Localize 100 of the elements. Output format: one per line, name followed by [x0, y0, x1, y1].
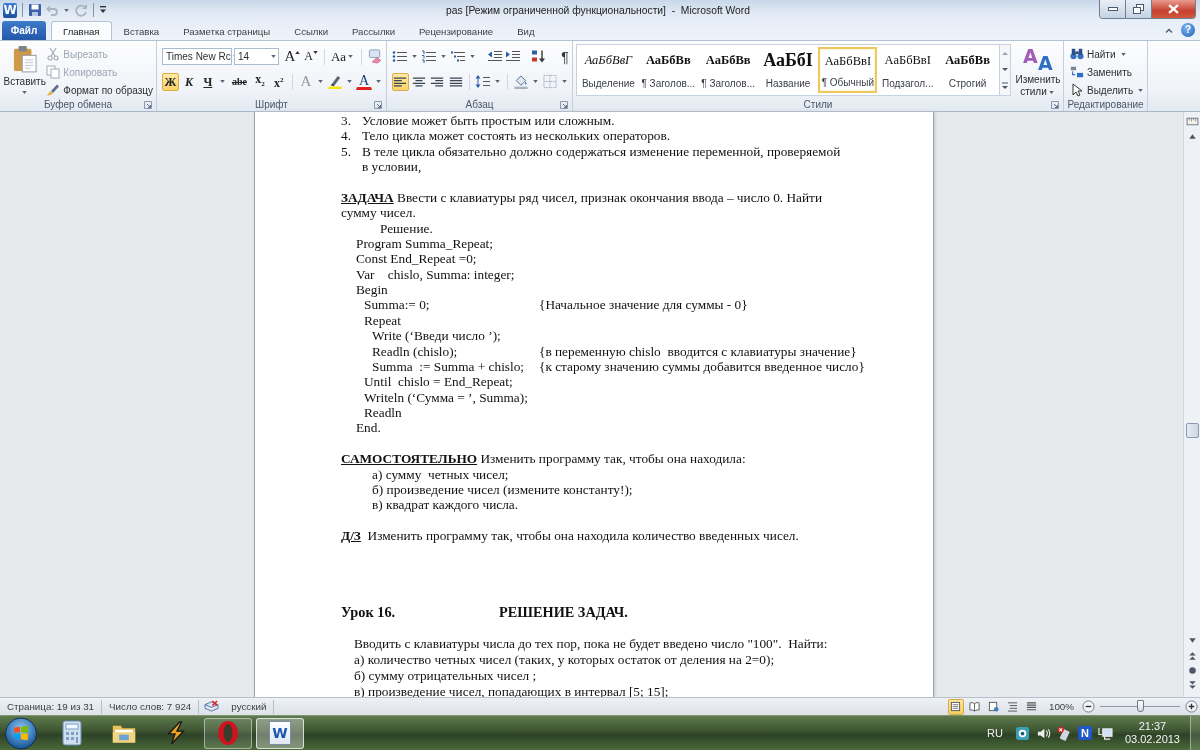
format-painter-button[interactable]: Формат по образцу — [46, 82, 153, 98]
change-styles-button[interactable]: AA Изменить стили — [1013, 44, 1063, 98]
caret-icon[interactable] — [348, 55, 354, 58]
start-button[interactable] — [4, 716, 38, 750]
caret-icon[interactable] — [1120, 52, 1126, 56]
draft-lines-icon — [1026, 701, 1038, 712]
decrease-indent-icon[interactable] — [487, 49, 503, 64]
zoom-in-icon[interactable] — [1185, 700, 1198, 713]
dialog-launcher-icon[interactable] — [1051, 101, 1059, 109]
n-tray-icon[interactable]: N — [1077, 726, 1092, 740]
dialog-launcher-icon[interactable] — [374, 101, 382, 109]
numbered-list-icon[interactable] — [421, 49, 437, 64]
zoom-out-icon[interactable] — [1082, 700, 1095, 713]
bullet-list-icon[interactable] — [392, 49, 408, 64]
customize-toolbar-icon[interactable] — [99, 5, 107, 15]
caret-icon[interactable] — [1138, 88, 1144, 92]
caret-icon[interactable] — [495, 80, 501, 83]
ribbon-tab[interactable]: Рассылки — [340, 21, 408, 40]
caret-icon[interactable] — [412, 55, 417, 58]
caret-icon[interactable] — [1048, 90, 1054, 94]
style-item[interactable]: АаБбВв Строгий — [938, 47, 997, 93]
paste-button[interactable]: Вставить — [3, 44, 47, 98]
style-item[interactable]: АаБбВвI ¶ Обычный — [818, 47, 878, 93]
sort-icon[interactable] — [531, 49, 547, 64]
grow-font-button[interactable]: A — [283, 47, 302, 66]
line-spacing-icon[interactable] — [475, 74, 492, 89]
maximize-button[interactable] — [1126, 0, 1152, 18]
italic-button[interactable]: К — [180, 72, 198, 91]
replace-button[interactable]: Заменить — [1070, 64, 1144, 80]
font-name-field[interactable]: Times New Rc — [162, 48, 232, 65]
device-error-icon[interactable] — [1056, 725, 1072, 741]
highlighter-icon[interactable] — [327, 74, 343, 89]
caret-icon[interactable] — [376, 80, 381, 83]
font-size-field[interactable]: 14 — [234, 48, 279, 65]
caret-icon[interactable] — [441, 55, 446, 58]
close-button[interactable] — [1152, 0, 1195, 18]
taskbar-app-button[interactable]: W — [256, 717, 304, 749]
subscript-button[interactable]: x$_{2}$ — [251, 72, 269, 91]
page-indicator[interactable]: Страница: 19 из 31 — [0, 701, 102, 712]
zoom-level[interactable]: 100% — [1048, 701, 1074, 712]
clock[interactable]: 21:37 03.02.2013 — [1124, 720, 1180, 746]
caret-icon[interactable] — [347, 80, 352, 83]
style-item[interactable]: АаБбВвI Подзагол... — [878, 47, 938, 93]
minimize-button[interactable] — [1100, 0, 1126, 18]
code-line: Summa:= 0; — [364, 297, 430, 313]
word-logo[interactable]: W — [3, 2, 18, 18]
code-line: Begin — [356, 282, 388, 298]
caret-icon[interactable] — [220, 80, 226, 83]
style-item[interactable]: АаБбВв ¶ Заголов... — [638, 47, 698, 93]
change-case-button[interactable]: Aa — [330, 47, 356, 66]
increase-indent-icon[interactable] — [505, 49, 521, 64]
save-icon[interactable] — [28, 3, 43, 17]
multilevel-list-icon[interactable] — [450, 49, 466, 64]
ribbon-tab[interactable]: Ссылки — [282, 21, 340, 40]
ribbon-tab[interactable]: Разметка страницы — [171, 21, 283, 40]
code-line: Const End_Repeat =0; — [356, 251, 477, 267]
caret-icon[interactable] — [270, 55, 276, 58]
strikethrough-button[interactable]: abe — [229, 72, 250, 91]
underline-button[interactable]: Ч — [199, 72, 217, 91]
print-layout-view-button[interactable] — [947, 698, 964, 715]
show-marks-button[interactable]: ¶ — [557, 47, 573, 66]
caret-icon[interactable] — [533, 80, 539, 83]
ruler-icon[interactable] — [1185, 115, 1199, 128]
language-indicator[interactable]: русский — [219, 701, 274, 712]
font-color-button[interactable]: A — [356, 73, 372, 90]
caret-icon[interactable] — [562, 80, 568, 83]
network-icon[interactable] — [1097, 725, 1113, 741]
paint-bucket-icon[interactable] — [513, 74, 530, 89]
bold-button[interactable]: Ж — [162, 72, 179, 91]
ribbon-tab[interactable]: Вид — [505, 21, 547, 40]
lesson-number: Урок 16. — [341, 604, 397, 621]
style-item[interactable]: АаБбВв ¶ Заголов... — [698, 47, 758, 93]
input-language[interactable]: RU — [987, 727, 1003, 739]
word-document-icon: W — [269, 721, 291, 745]
collapse-ribbon-icon[interactable] — [1165, 27, 1173, 33]
scrollbar-thumb[interactable] — [1185, 422, 1199, 438]
style-item[interactable]: АаБбВвГ Выделение — [579, 47, 638, 93]
caret-icon[interactable] — [470, 55, 475, 58]
shrink-font-button[interactable]: A — [303, 47, 320, 66]
dialog-launcher-icon[interactable] — [144, 101, 152, 109]
ribbon-tab[interactable]: Вставка — [111, 21, 172, 40]
select-button[interactable]: Выделить — [1070, 82, 1144, 98]
caret-icon[interactable] — [22, 91, 28, 94]
code-comment: {Начальное значение для суммы - 0} — [539, 297, 748, 313]
caret-icon[interactable] — [64, 8, 70, 12]
word-count[interactable]: Число слов: 7 924 — [102, 701, 199, 712]
app-tray-icon[interactable] — [1014, 725, 1030, 741]
superscript-button[interactable]: x$^{2}$ — [270, 72, 288, 91]
ribbon-tab[interactable]: Главная — [51, 21, 112, 40]
ribbon-tab[interactable]: Рецензирование — [407, 21, 506, 40]
file-tab[interactable]: Файл — [2, 21, 46, 40]
find-button[interactable]: Найти — [1070, 46, 1144, 62]
proofing-book-icon[interactable] — [204, 700, 220, 713]
taskbar-app-button[interactable] — [204, 717, 252, 749]
style-item[interactable]: АаБбI Название — [758, 47, 818, 93]
dialog-launcher-icon[interactable] — [560, 101, 568, 109]
caret-icon[interactable] — [318, 80, 323, 83]
zoom-slider-thumb[interactable] — [1137, 700, 1144, 712]
eraser-icon[interactable] — [367, 49, 383, 64]
align-left-button[interactable] — [392, 72, 409, 91]
